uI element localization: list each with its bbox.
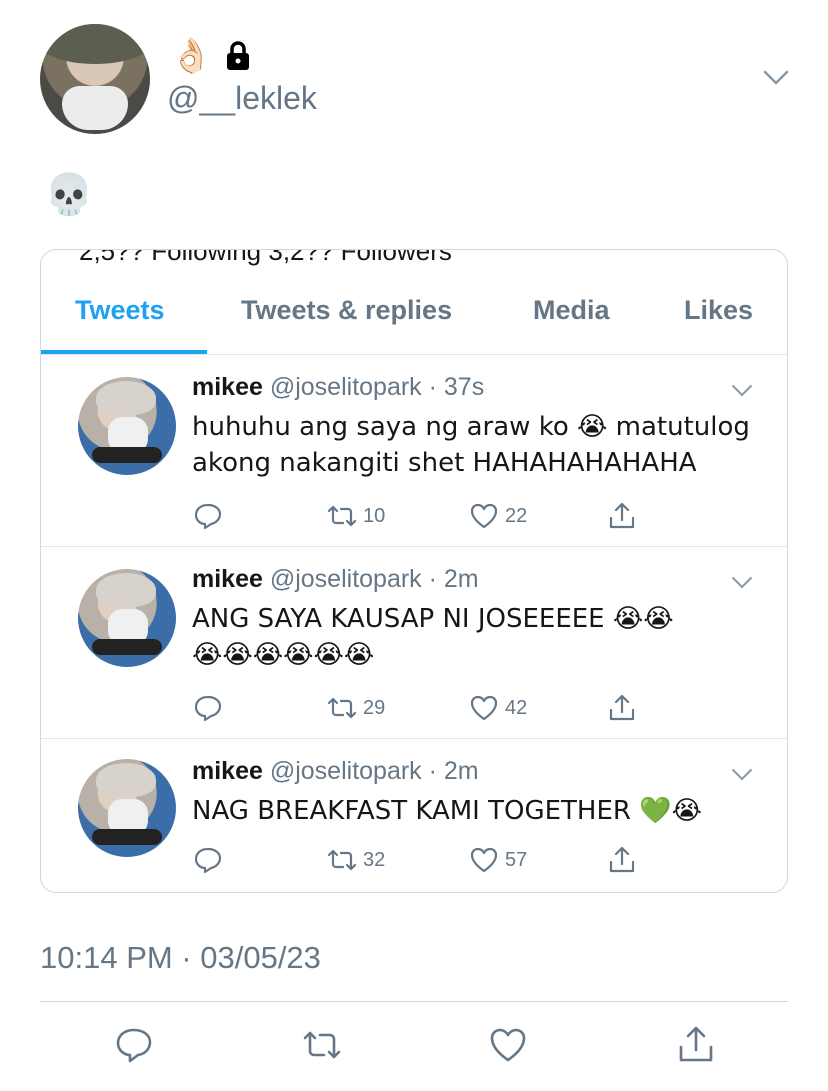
tweet-actions: 10 22 <box>41 501 787 531</box>
tweet-timestamp[interactable]: 10:14 PM · 03/05/23 <box>40 940 321 976</box>
tweet-line: 😭😭😭😭😭😭 <box>192 640 375 670</box>
tweet-author-name[interactable]: mikee <box>192 757 263 785</box>
tweet-line: ANG SAYA KAUSAP NI JOSEEEEE 😭😭 <box>192 604 674 634</box>
reply-icon <box>194 695 222 722</box>
share-icon <box>609 846 635 873</box>
tweet-author-name[interactable]: mikee <box>192 565 263 593</box>
share-icon <box>609 694 635 721</box>
tweet-line: akong nakangiti shet HAHAHAHAHAHA <box>192 448 697 478</box>
avatar-mask <box>62 86 128 130</box>
tweet-header: mikee @joselitopark · 2m <box>192 757 479 786</box>
lock-icon <box>227 41 250 70</box>
like-button[interactable]: 42 <box>469 693 527 723</box>
retweet-icon <box>327 849 357 871</box>
author-handle[interactable]: @__leklek <box>167 80 317 117</box>
share-icon[interactable] <box>676 1025 716 1065</box>
like-button[interactable]: 57 <box>469 845 527 875</box>
reply-button[interactable] <box>193 845 223 875</box>
tweet-line: huhuhu ang saya ng araw ko 😭 matutulog <box>192 412 750 442</box>
following-count: 2,5?? Following <box>79 249 262 266</box>
reply-icon[interactable] <box>114 1025 154 1065</box>
share-button[interactable] <box>607 501 637 531</box>
author-display-name: 👌🏻 <box>170 36 213 76</box>
like-count: 22 <box>505 504 528 527</box>
tweet-action-bar <box>0 1025 828 1069</box>
tweet-text: 💀 <box>44 172 94 218</box>
tweet-actions: 29 42 <box>41 693 787 723</box>
like-count: 42 <box>505 696 528 719</box>
retweet-count: 32 <box>363 848 386 871</box>
share-button[interactable] <box>607 845 637 875</box>
tweet-item[interactable]: mikee @joselitopark · 37s huhuhu ang say… <box>41 355 787 547</box>
active-tab-indicator <box>41 350 207 354</box>
tab-media[interactable]: Media <box>533 295 610 326</box>
tweet-author-name[interactable]: mikee <box>192 373 263 401</box>
retweet-button[interactable]: 29 <box>327 693 385 723</box>
tweet-actions: 32 57 <box>41 845 787 875</box>
avatar[interactable] <box>78 377 176 475</box>
retweet-icon <box>327 697 357 719</box>
tweet-line: NAG BREAKFAST KAMI TOGETHER 💚😭 <box>192 796 702 826</box>
share-icon <box>609 502 635 529</box>
author-name-row[interactable]: 👌🏻 <box>170 36 252 76</box>
avatar-hat <box>40 24 150 64</box>
chevron-down-icon[interactable] <box>762 68 790 88</box>
avatar[interactable] <box>78 569 176 667</box>
tweet-item[interactable]: mikee @joselitopark · 2m NAG BREAKFAST K… <box>41 739 787 892</box>
tweet-body: huhuhu ang saya ng araw ko 😭 matutulog a… <box>192 409 762 481</box>
heart-icon[interactable] <box>488 1025 528 1065</box>
chevron-down-icon[interactable] <box>731 575 753 591</box>
chevron-down-icon[interactable] <box>731 383 753 399</box>
like-button[interactable]: 22 <box>469 501 527 531</box>
heart-icon <box>470 847 498 873</box>
heart-icon <box>470 695 498 721</box>
tweet-body: NAG BREAKFAST KAMI TOGETHER 💚😭 <box>192 793 762 829</box>
retweet-count: 29 <box>363 696 386 719</box>
author-avatar[interactable] <box>40 24 150 134</box>
like-count: 57 <box>505 848 528 871</box>
tweet-meta: @joselitopark · 2m <box>269 757 479 785</box>
reply-icon <box>194 503 222 530</box>
tweet-header: mikee @joselitopark · 2m <box>192 565 479 594</box>
retweet-icon[interactable] <box>302 1025 342 1065</box>
profile-counts-peek: 2,5?? Following 3,2?? Followers <box>79 249 452 267</box>
tweet-body: ANG SAYA KAUSAP NI JOSEEEEE 😭😭 😭😭😭😭😭😭 <box>192 601 762 673</box>
tweet-meta: @joselitopark · 37s <box>269 373 485 401</box>
retweet-count: 10 <box>363 504 386 527</box>
chevron-down-icon[interactable] <box>731 767 753 783</box>
share-button[interactable] <box>607 693 637 723</box>
followers-count: 3,2?? Followers <box>268 249 452 266</box>
profile-tabs: Tweets Tweets & replies Media Likes <box>41 282 787 355</box>
divider <box>40 1001 788 1002</box>
tweet-header: mikee @joselitopark · 37s <box>192 373 484 402</box>
retweet-button[interactable]: 10 <box>327 501 385 531</box>
embedded-profile-screenshot[interactable]: 2,5?? Following 3,2?? Followers Tweets T… <box>40 249 788 893</box>
tab-tweets-replies[interactable]: Tweets & replies <box>241 295 452 326</box>
avatar[interactable] <box>78 759 176 857</box>
reply-button[interactable] <box>193 693 223 723</box>
tweet-meta: @joselitopark · 2m <box>269 565 479 593</box>
tab-tweets[interactable]: Tweets <box>75 295 165 326</box>
retweet-icon <box>327 505 357 527</box>
reply-icon <box>194 847 222 874</box>
tab-likes[interactable]: Likes <box>684 295 753 326</box>
reply-button[interactable] <box>193 501 223 531</box>
retweet-button[interactable]: 32 <box>327 845 385 875</box>
heart-icon <box>470 503 498 529</box>
tweet-item[interactable]: mikee @joselitopark · 2m ANG SAYA KAUSAP… <box>41 547 787 739</box>
